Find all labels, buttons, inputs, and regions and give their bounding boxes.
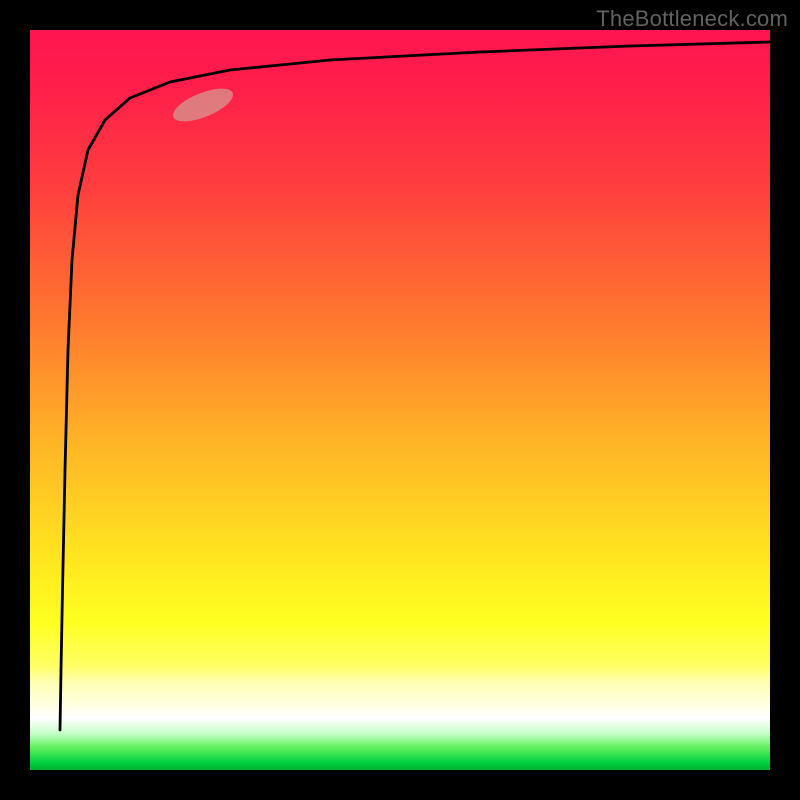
curve-highlight bbox=[169, 82, 237, 128]
plot-area bbox=[30, 30, 770, 770]
chart-svg bbox=[30, 30, 770, 770]
watermark-text: TheBottleneck.com bbox=[596, 6, 788, 32]
bottleneck-chart: TheBottleneck.com bbox=[0, 0, 800, 800]
bottleneck-curve bbox=[60, 42, 770, 730]
